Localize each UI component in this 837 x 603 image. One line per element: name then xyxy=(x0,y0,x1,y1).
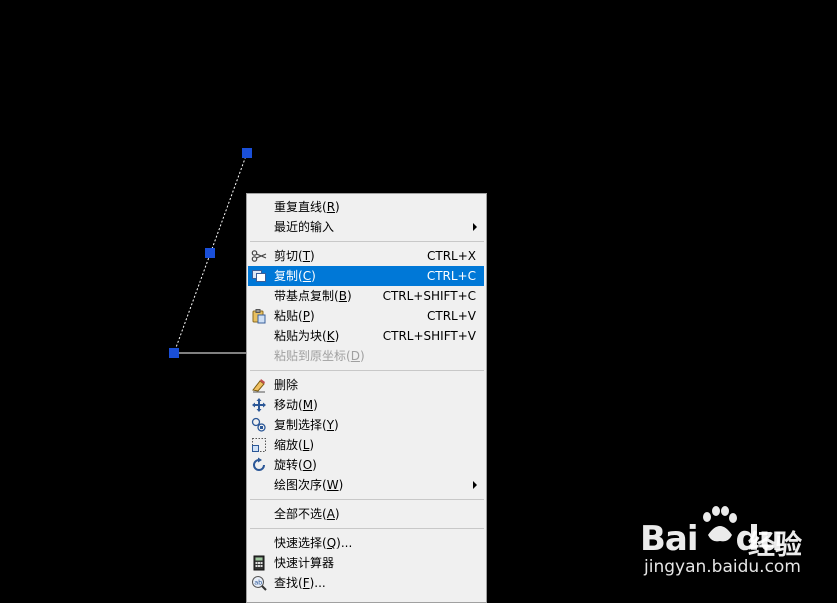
submenu-arrow-icon xyxy=(473,481,477,489)
grip-end-bottom[interactable] xyxy=(169,348,179,358)
menu-item-4-2[interactable]: ab 查找(F)... xyxy=(248,573,484,593)
menu-item-1-3[interactable]: 粘贴(P) CTRL+V xyxy=(248,306,484,326)
scissors-icon xyxy=(251,248,267,264)
menu-item-label: 重复直线(R) xyxy=(274,200,340,214)
svg-text:ab: ab xyxy=(254,579,262,587)
grip-end-top[interactable] xyxy=(242,148,252,158)
menu-item-shortcut: CTRL+X xyxy=(426,249,476,263)
move-icon xyxy=(251,397,267,413)
menu-item-1-2[interactable]: 带基点复制(B) CTRL+SHIFT+C xyxy=(248,286,484,306)
scale-icon xyxy=(251,437,267,453)
menu-item-1-0[interactable]: 剪切(T) CTRL+X xyxy=(248,246,484,266)
menu-item-shortcut: CTRL+V xyxy=(427,309,476,323)
menu-item-0-0[interactable]: 重复直线(R) xyxy=(248,197,484,217)
menu-separator xyxy=(250,241,484,242)
grip-midpoint[interactable] xyxy=(205,248,215,258)
menu-item-2-4[interactable]: 旋转(O) xyxy=(248,455,484,475)
find-icon: ab xyxy=(251,575,267,591)
submenu-arrow-icon xyxy=(473,223,477,231)
menu-item-label: 绘图次序(W) xyxy=(274,478,344,492)
menu-item-shortcut: CTRL+SHIFT+V xyxy=(382,329,476,343)
menu-item-label: 粘贴为块(K) xyxy=(274,329,340,343)
menu-item-shortcut: CTRL+SHIFT+C xyxy=(382,289,476,303)
menu-item-label: 带基点复制(B) xyxy=(274,289,352,303)
copy-icon xyxy=(251,268,267,284)
menu-item-label: 粘贴(P) xyxy=(274,309,315,323)
menu-item-2-5[interactable]: 绘图次序(W) xyxy=(248,475,484,495)
menu-item-shortcut: CTRL+C xyxy=(426,269,476,283)
menu-item-2-0[interactable]: 删除 xyxy=(248,375,484,395)
menu-item-label: 复制选择(Y) xyxy=(274,418,339,432)
menu-item-1-1[interactable]: 复制(C) CTRL+C xyxy=(248,266,484,286)
menu-item-label: 快速选择(Q)... xyxy=(274,536,353,550)
menu-item-label: 快速计算器 xyxy=(274,556,335,570)
context-menu: 重复直线(R) 最近的输入剪切(T) CTRL+X 复制(C) CTRL+C 带基点复制(… xyxy=(246,193,487,603)
menu-item-label: 删除 xyxy=(274,378,299,392)
menu-separator xyxy=(250,499,484,500)
menu-item-3-0[interactable]: 全部不选(A) xyxy=(248,504,484,524)
paw-icon xyxy=(703,506,737,542)
menu-item-2-2[interactable]: 复制选择(Y) xyxy=(248,415,484,435)
menu-item-label: 旋转(O) xyxy=(274,458,317,472)
eraser-icon xyxy=(251,377,267,393)
menu-item-label: 最近的输入 xyxy=(274,220,335,234)
menu-item-label: 粘贴到原坐标(D) xyxy=(274,349,365,363)
copy-selection-icon xyxy=(251,417,267,433)
paste-icon xyxy=(251,308,267,324)
menu-item-2-3[interactable]: 缩放(L) xyxy=(248,435,484,455)
menu-item-label: 剪切(T) xyxy=(274,249,315,263)
baidu-jingyan-watermark: Bai du 经验 jingyan.baidu.com xyxy=(640,505,830,585)
calculator-icon xyxy=(251,555,267,571)
menu-separator xyxy=(250,370,484,371)
menu-item-label: 查找(F)... xyxy=(274,576,326,590)
menu-item-0-1[interactable]: 最近的输入 xyxy=(248,217,484,237)
menu-item-label: 全部不选(A) xyxy=(274,507,340,521)
watermark-url: jingyan.baidu.com xyxy=(644,557,801,577)
menu-separator xyxy=(250,528,484,529)
menu-item-label: 复制(C) xyxy=(274,269,316,283)
menu-item-1-5: 粘贴到原坐标(D) xyxy=(248,346,484,366)
menu-item-label: 缩放(L) xyxy=(274,438,315,452)
menu-item-2-1[interactable]: 移动(M) xyxy=(248,395,484,415)
menu-item-label: 移动(M) xyxy=(274,398,318,412)
menu-item-4-0[interactable]: 快速选择(Q)... xyxy=(248,533,484,553)
menu-item-1-4[interactable]: 粘贴为块(K) CTRL+SHIFT+V xyxy=(248,326,484,346)
rotate-icon xyxy=(251,457,267,473)
menu-item-4-1[interactable]: 快速计算器 xyxy=(248,553,484,573)
